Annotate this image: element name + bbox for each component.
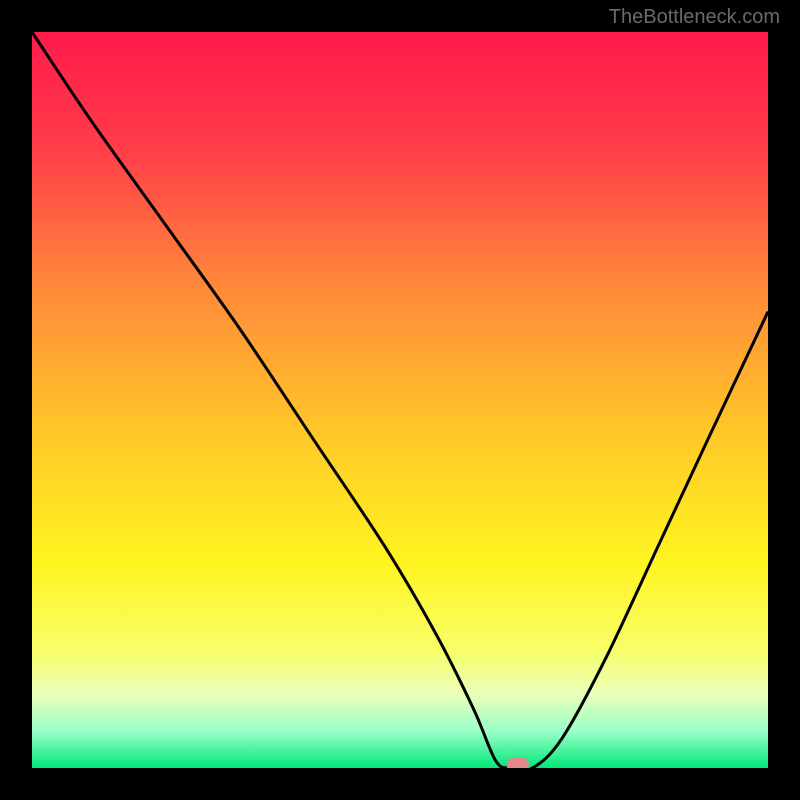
chart-svg [32, 32, 768, 768]
chart-background [32, 32, 768, 768]
optimal-marker [507, 758, 529, 768]
watermark-text: TheBottleneck.com [609, 6, 780, 29]
chart-plot-area [32, 32, 768, 768]
